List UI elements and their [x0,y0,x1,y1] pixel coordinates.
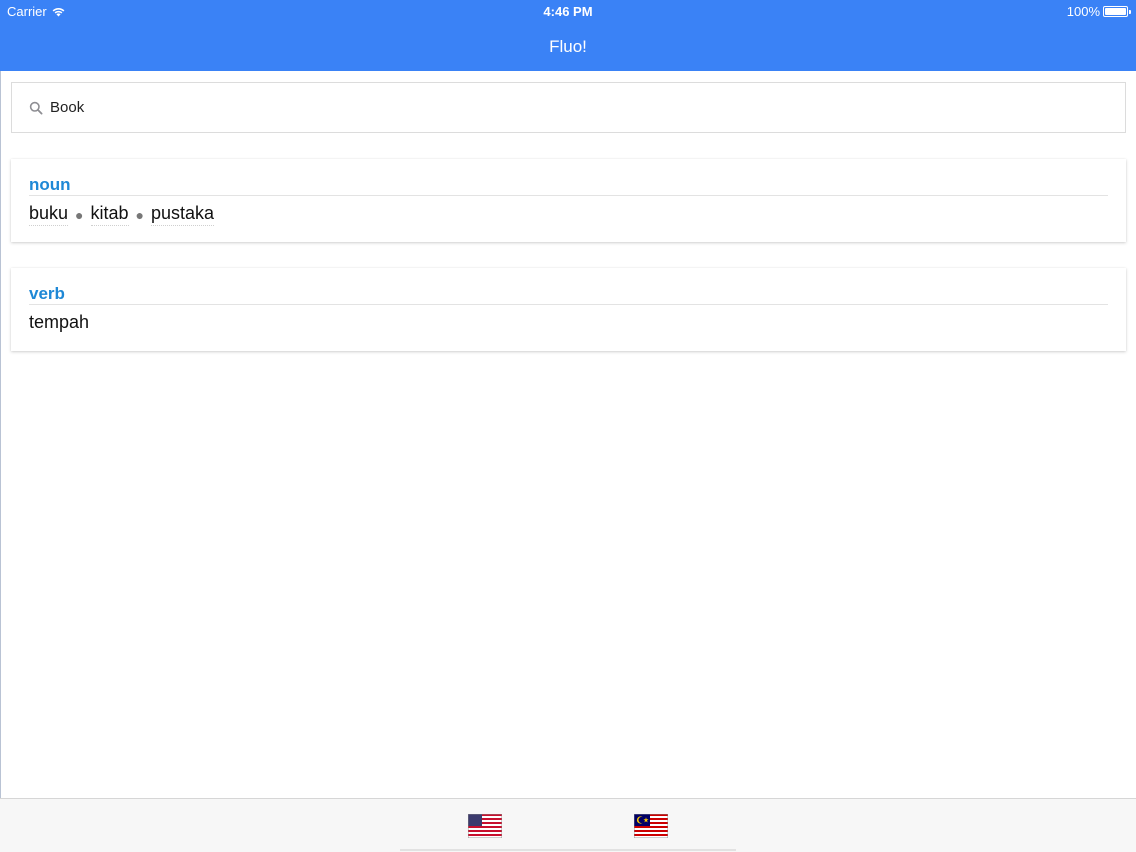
bottom-toolbar [0,798,1136,852]
translation-word[interactable]: buku [29,203,69,226]
battery-percent: 100% [1066,4,1100,19]
us-flag-icon[interactable] [468,814,502,838]
status-bar: Carrier 4:46 PM 100% [0,0,1136,24]
status-time: 4:46 PM [543,4,593,19]
malaysia-flag-icon[interactable] [634,814,668,838]
left-divider [0,71,1,798]
translation-list: buku ● kitab ● pustaka [29,203,1108,226]
nav-title: Fluo! [549,37,587,56]
home-indicator [400,849,736,851]
top-bar: Carrier 4:46 PM 100% Fluo! [0,0,1136,71]
part-of-speech-label: noun [29,159,1108,196]
translation-word[interactable]: kitab [90,203,129,226]
part-of-speech-label: verb [29,268,1108,305]
translation-list: tempah [29,312,1108,334]
battery-icon [1103,6,1131,17]
battery-indicator: 100% [1066,4,1131,19]
search-input[interactable] [50,92,1050,123]
result-card-verb: verb tempah [11,268,1126,351]
search-icon [29,101,43,115]
search-bar[interactable] [11,82,1126,133]
separator-dot: ● [135,206,145,223]
translation-word[interactable]: tempah [29,312,89,334]
result-card-noun: noun buku ● kitab ● pustaka [11,159,1126,242]
separator-dot: ● [75,206,84,223]
translation-word[interactable]: pustaka [151,203,215,226]
